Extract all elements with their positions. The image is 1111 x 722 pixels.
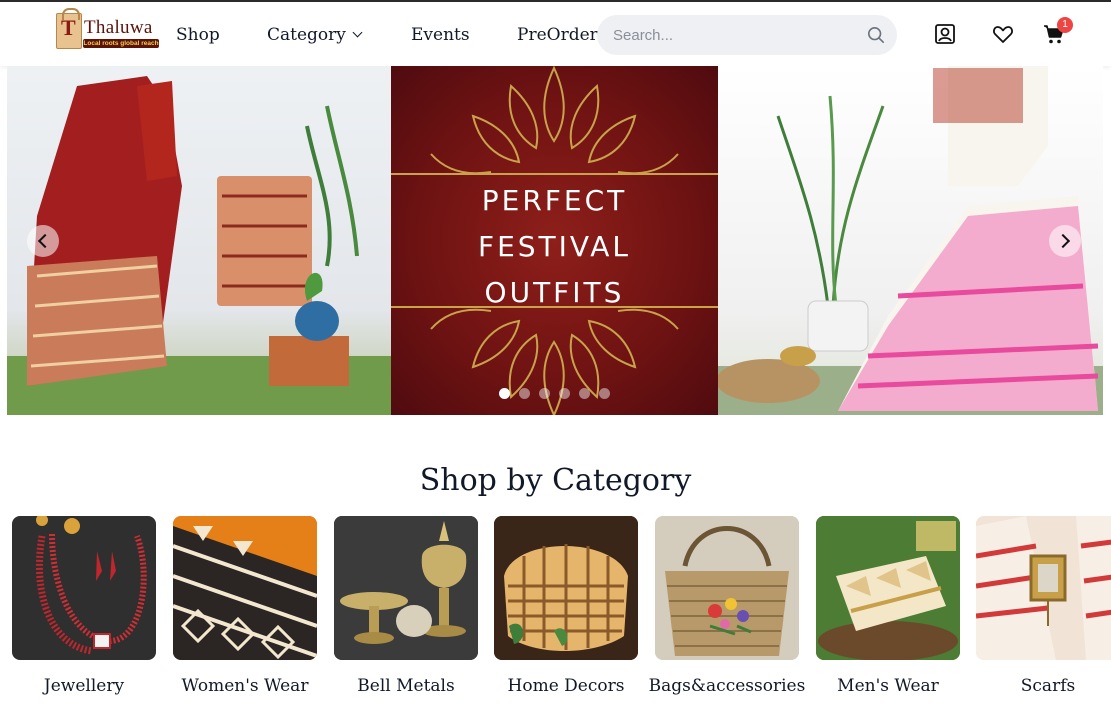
carousel-dot-2[interactable]: [519, 388, 530, 399]
search-icon[interactable]: [867, 26, 885, 44]
hero-banner-festival: PERFECT FESTIVAL OUTFITS: [391, 66, 718, 415]
category-label: Scarfs: [1020, 676, 1076, 696]
pink-saree-illustration: [718, 66, 1103, 415]
woven-bag-icon: [655, 516, 799, 660]
nav-category[interactable]: Category: [267, 24, 363, 46]
category-image-scarfs: [976, 516, 1111, 660]
hero-line-1: PERFECT: [481, 184, 628, 217]
scarf-icon: [976, 516, 1111, 660]
logo-wordmark: Thaluwa: [84, 17, 153, 38]
category-card-bags-accessories[interactable]: Bags&accessories: [649, 516, 805, 696]
hero-line-3: OUTFITS: [484, 276, 625, 309]
search-bar: [597, 15, 897, 55]
hero-divider-top: [391, 173, 718, 175]
nav-events[interactable]: Events: [411, 24, 470, 46]
category-image-home-decors: [494, 516, 638, 660]
category-label: Bags&accessories: [648, 676, 806, 696]
category-image-mens-wear: [816, 516, 960, 660]
hero-headline: PERFECT FESTIVAL OUTFITS: [391, 178, 718, 316]
category-card-womens-wear[interactable]: Women's Wear: [173, 516, 317, 696]
user-icon[interactable]: [934, 23, 956, 45]
textile-pattern-icon: [173, 516, 317, 660]
category-image-bell-metals: [334, 516, 478, 660]
cart-count-badge: 1: [1057, 17, 1073, 33]
folded-garment-icon: [816, 516, 960, 660]
section-title: Shop by Category: [419, 463, 692, 498]
chevron-down-icon: [352, 27, 363, 38]
hero-divider-bottom: [391, 306, 718, 308]
logo-letter: T: [61, 15, 76, 40]
carousel-dot-1[interactable]: [499, 388, 510, 399]
carousel-dot-5[interactable]: [579, 388, 590, 399]
hero-image-pink-saree: [718, 66, 1103, 415]
hero-image-maroon-saree: [7, 66, 391, 415]
search-input[interactable]: [613, 24, 853, 46]
category-label: Home Decors: [507, 676, 625, 696]
category-image-jewellery: [12, 516, 156, 660]
carousel-prev-button[interactable]: [27, 225, 59, 257]
category-label: Jewellery: [43, 676, 125, 696]
carousel-next-button[interactable]: [1049, 225, 1081, 257]
nav-preorder[interactable]: PreOrder: [517, 24, 598, 46]
category-image-bags-accessories: [655, 516, 799, 660]
carousel-dot-6[interactable]: [599, 388, 610, 399]
category-card-scarfs[interactable]: Scarfs: [976, 516, 1111, 696]
category-card-jewellery[interactable]: Jewellery: [12, 516, 156, 696]
maroon-saree-illustration: [7, 76, 391, 415]
category-card-mens-wear[interactable]: Men's Wear: [816, 516, 960, 696]
heart-icon[interactable]: [992, 23, 1014, 45]
nav-category-label: Category: [267, 25, 346, 45]
category-image-womens-wear: [173, 516, 317, 660]
carousel-dot-4[interactable]: [559, 388, 570, 399]
nav-shop[interactable]: Shop: [176, 24, 220, 46]
category-card-bell-metals[interactable]: Bell Metals: [334, 516, 478, 696]
necklace-image-icon: [35, 516, 147, 655]
hero-carousel: PERFECT FESTIVAL OUTFITS: [7, 66, 1103, 415]
brand-logo[interactable]: T Thaluwa Local roots global reach: [56, 8, 160, 51]
carousel-dot-3[interactable]: [539, 388, 550, 399]
brass-vessel-icon: [334, 516, 478, 660]
category-label: Bell Metals: [357, 676, 455, 696]
logo-tagline: Local roots global reach: [83, 39, 159, 48]
category-label: Women's Wear: [181, 676, 309, 696]
category-label: Men's Wear: [837, 676, 939, 696]
lamp-shade-icon: [494, 516, 638, 660]
hero-line-2: FESTIVAL: [477, 230, 632, 263]
site-header: T Thaluwa Local roots global reach Shop …: [0, 2, 1111, 66]
category-card-home-decors[interactable]: Home Decors: [494, 516, 638, 696]
